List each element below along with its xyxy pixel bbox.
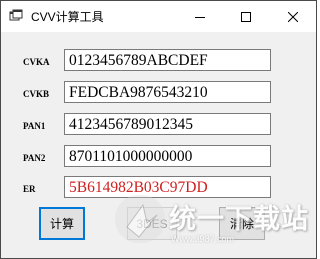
- pan2-label: PAN2: [23, 153, 46, 163]
- watermark-title: 统一下载站: [169, 204, 309, 234]
- maximize-icon: [241, 11, 251, 22]
- cvkb-input[interactable]: FEDCBA9876543210: [64, 81, 271, 103]
- er-output[interactable]: 5B614982B03C97DD: [64, 176, 271, 198]
- close-icon: [288, 11, 298, 22]
- close-button[interactable]: [270, 1, 316, 32]
- pan1-input[interactable]: 4123456789012345: [64, 113, 271, 135]
- cvka-label: CVKA: [23, 57, 50, 67]
- watermark-logo-icon: [115, 195, 165, 243]
- cvkb-label: CVKB: [23, 89, 50, 99]
- cvv-tool-window: CVV计算工具 CVKA CVKB PAN1 PAN2 ER 012345678…: [0, 0, 317, 259]
- minimize-icon: [195, 16, 205, 18]
- minimize-button[interactable]: [177, 1, 223, 32]
- calculate-button[interactable]: 计算: [39, 207, 85, 240]
- er-label: ER: [23, 184, 36, 194]
- app-window-icon: [9, 9, 23, 23]
- window-title: CVV计算工具: [31, 10, 104, 24]
- pan1-label: PAN1: [23, 121, 46, 131]
- pan2-input[interactable]: 8701101000000000: [64, 145, 271, 167]
- cvka-input[interactable]: 0123456789ABCDEF: [64, 49, 271, 71]
- watermark-subtitle: Www.3987.com: [171, 234, 235, 244]
- title-bar: CVV计算工具: [1, 1, 316, 32]
- maximize-button[interactable]: [223, 1, 269, 32]
